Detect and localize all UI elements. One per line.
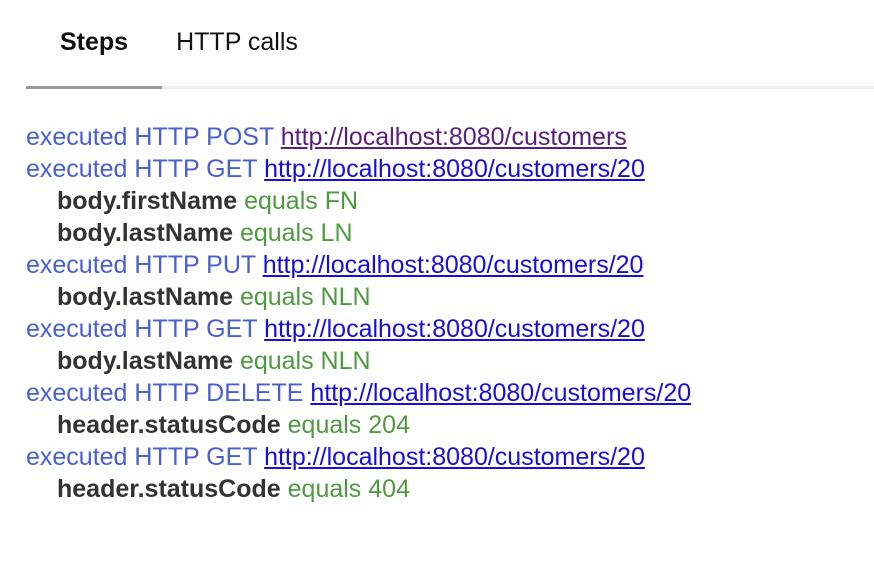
assertion-line: body.lastName equals LN [26, 217, 691, 249]
assertion-field: body.lastName [57, 347, 233, 375]
assertion-line: body.lastName equals NLN [26, 281, 691, 313]
step-text: executed HTTP GET [26, 315, 258, 343]
step-url-link[interactable]: http://localhost:8080/customers [281, 123, 627, 151]
step-line: executed HTTP GET http://localhost:8080/… [26, 313, 691, 345]
assertion-field: header.statusCode [57, 475, 281, 503]
assertion-line: header.statusCode equals 204 [26, 409, 691, 441]
steps-list: executed HTTP POST http://localhost:8080… [26, 121, 691, 505]
assertion-check: equals LN [239, 219, 353, 247]
step-url-link[interactable]: http://localhost:8080/customers/20 [264, 315, 645, 343]
step-line: executed HTTP GET http://localhost:8080/… [26, 153, 691, 185]
step-line: executed HTTP GET http://localhost:8080/… [26, 441, 691, 473]
tab-steps[interactable]: Steps [26, 22, 162, 62]
step-text: executed HTTP POST [26, 123, 274, 151]
assertion-line: body.lastName equals NLN [26, 345, 691, 377]
assertion-check: equals FN [244, 187, 359, 215]
step-text: executed HTTP GET [26, 443, 258, 471]
assertion-check: equals NLN [239, 347, 371, 375]
step-url-link[interactable]: http://localhost:8080/customers/20 [310, 379, 691, 407]
step-url-link[interactable]: http://localhost:8080/customers/20 [263, 251, 644, 279]
assertion-check: equals 404 [287, 475, 410, 503]
assertion-field: body.lastName [57, 219, 233, 247]
assertion-field: header.statusCode [57, 411, 281, 439]
step-line: executed HTTP POST http://localhost:8080… [26, 121, 691, 153]
step-line: executed HTTP PUT http://localhost:8080/… [26, 249, 691, 281]
assertion-field: body.firstName [57, 187, 238, 215]
tab-bar: Steps HTTP calls [26, 0, 874, 89]
assertion-line: body.firstName equals FN [26, 185, 691, 217]
active-tab-indicator [26, 86, 162, 89]
tab-http-calls[interactable]: HTTP calls [162, 22, 312, 62]
step-text: executed HTTP GET [26, 155, 258, 183]
step-text: executed HTTP DELETE [26, 379, 304, 407]
assertion-line: header.statusCode equals 404 [26, 473, 691, 505]
assertion-check: equals NLN [239, 283, 371, 311]
step-url-link[interactable]: http://localhost:8080/customers/20 [264, 155, 645, 183]
assertion-check: equals 204 [287, 411, 410, 439]
step-line: executed HTTP DELETE http://localhost:80… [26, 377, 691, 409]
step-url-link[interactable]: http://localhost:8080/customers/20 [264, 443, 645, 471]
step-text: executed HTTP PUT [26, 251, 256, 279]
assertion-field: body.lastName [57, 283, 233, 311]
